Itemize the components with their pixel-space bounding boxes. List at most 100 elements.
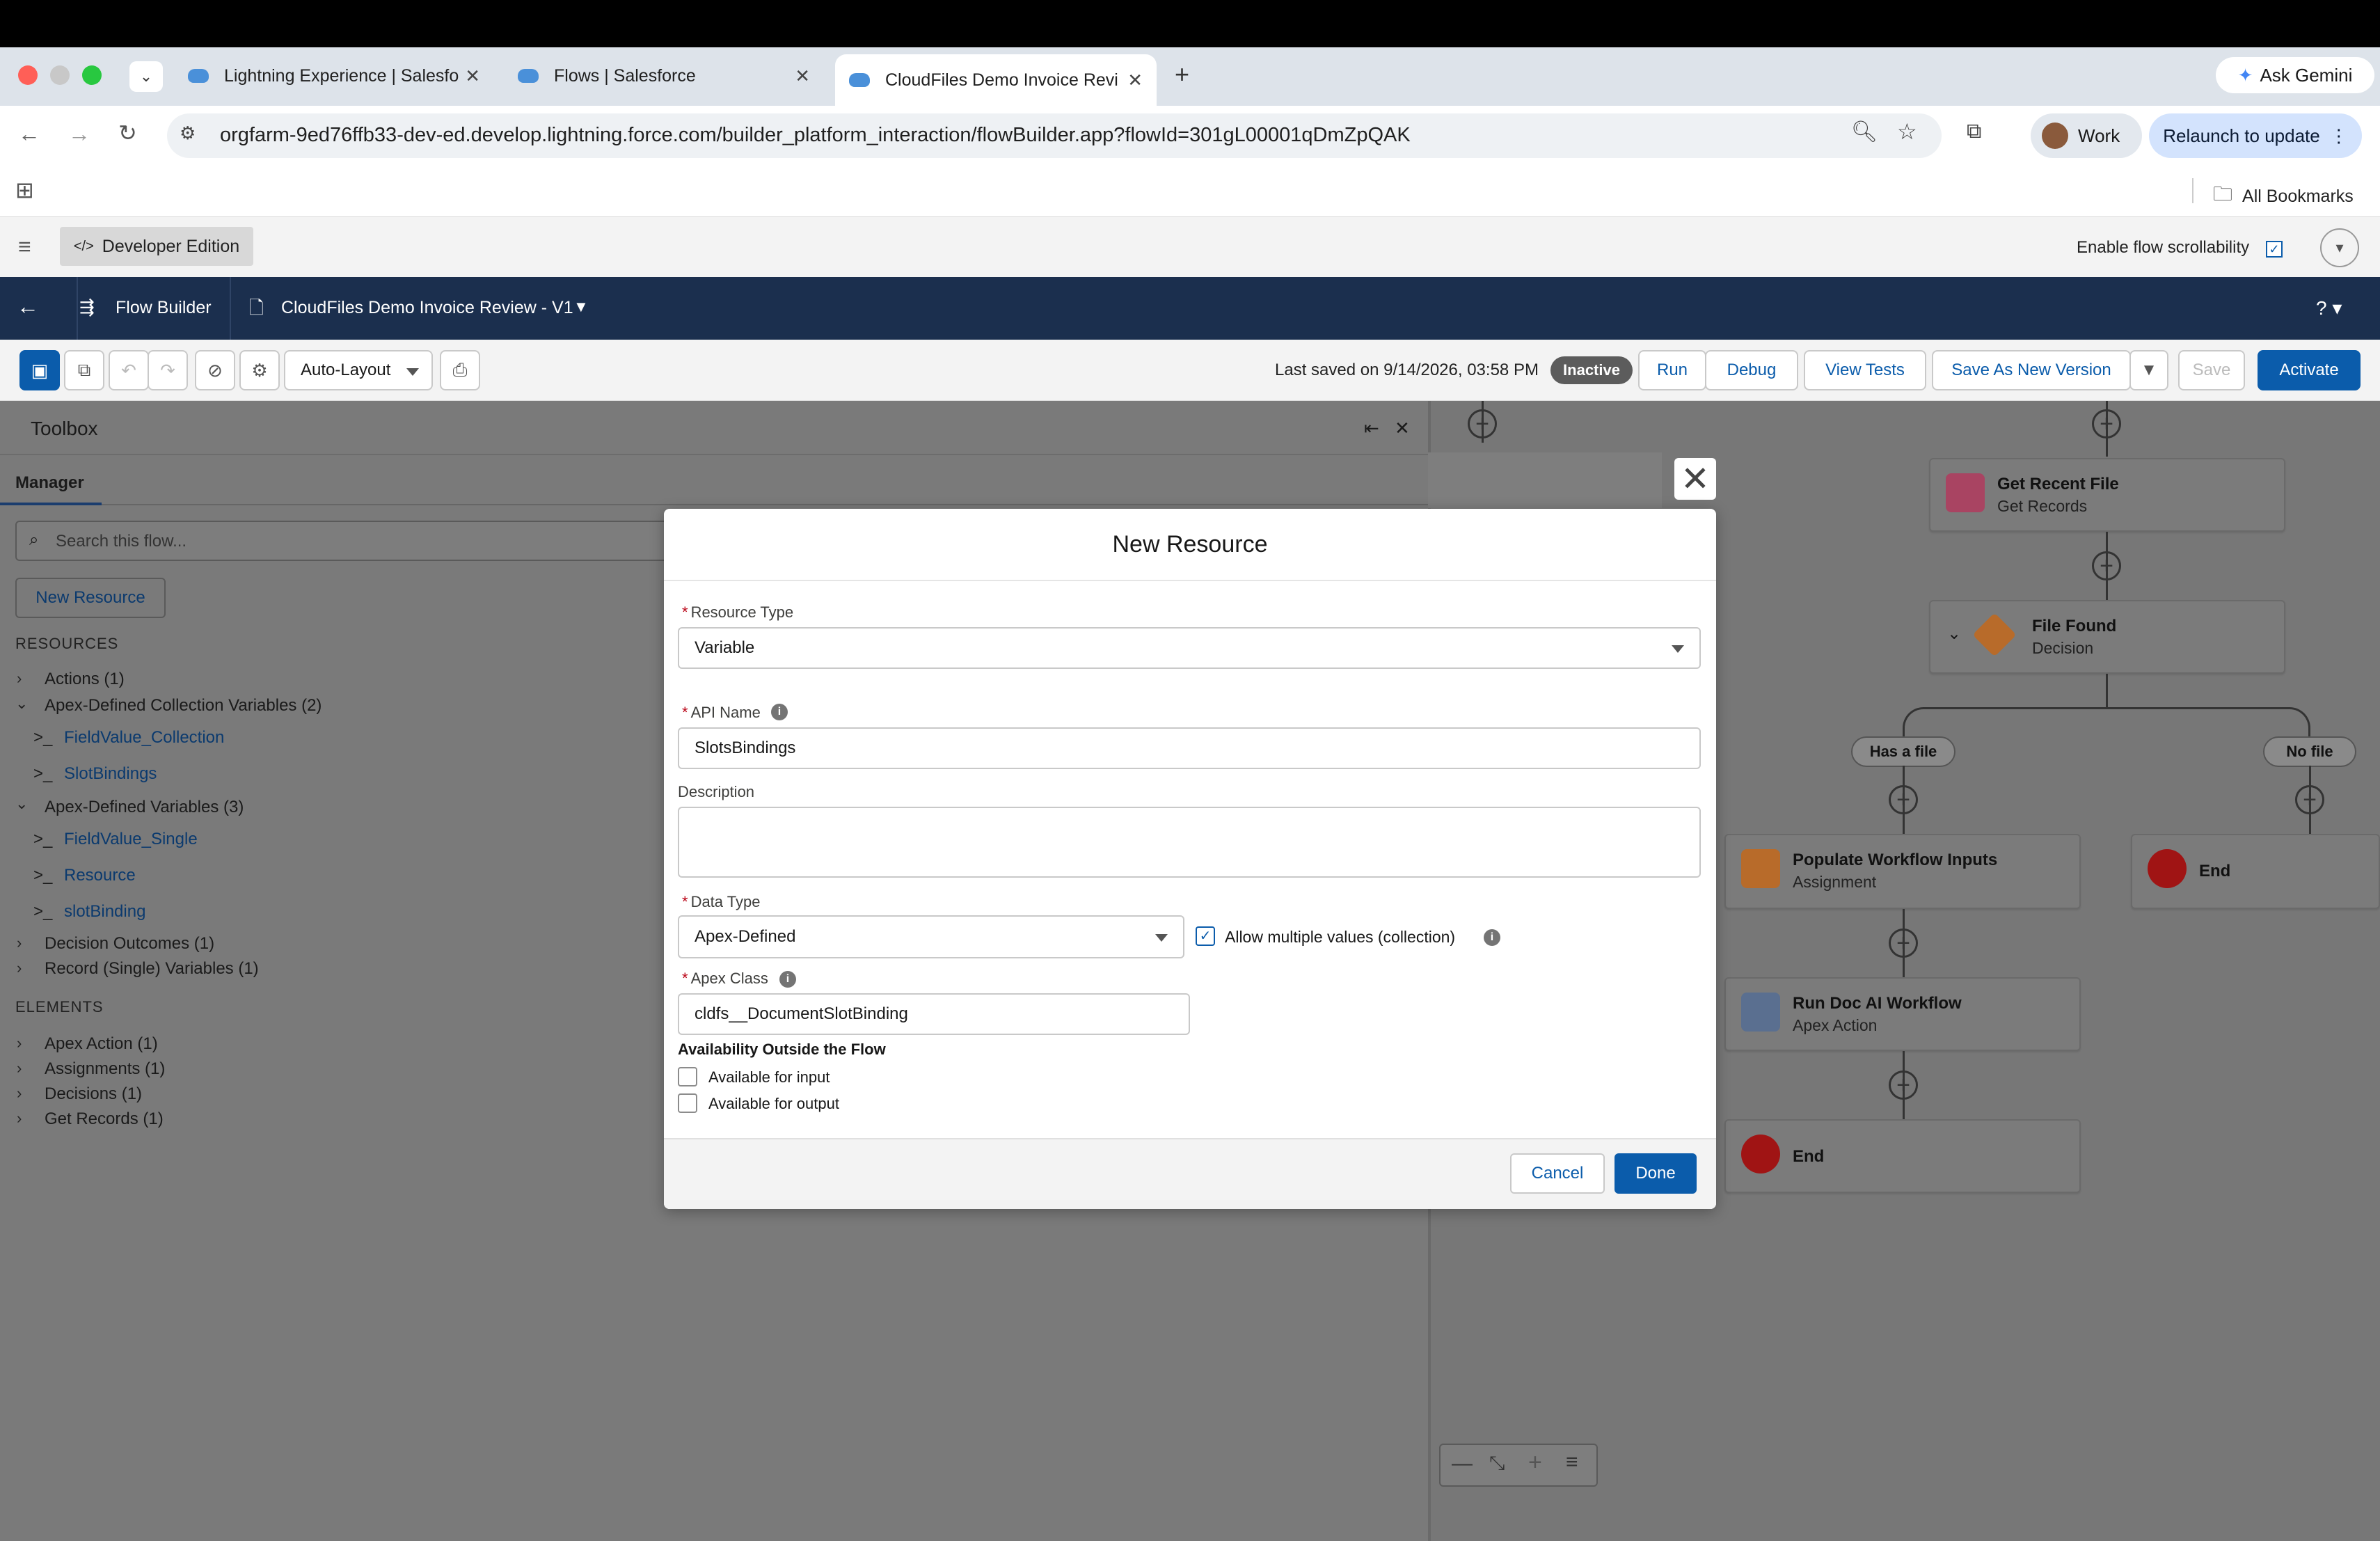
allow-multiple-checkbox[interactable]: ✓	[1196, 926, 1215, 946]
chevron-right-icon[interactable]: ›	[17, 1059, 22, 1077]
back-icon[interactable]: ←	[18, 121, 40, 147]
element-group-assignments[interactable]: Assignments (1)	[45, 1059, 165, 1079]
tab-search-icon[interactable]: ⌄	[129, 61, 163, 92]
reload-icon[interactable]: ↻	[118, 120, 137, 146]
help-icon[interactable]: ? ▾	[2316, 297, 2342, 319]
close-tab-icon[interactable]: ✕	[465, 65, 480, 87]
node-run-doc-ai-workflow[interactable]: Run Doc AI Workflow Apex Action	[1724, 977, 2081, 1051]
run-button[interactable]: Run	[1638, 350, 1706, 390]
close-tab-icon[interactable]: ✕	[795, 65, 810, 87]
redo-icon[interactable]: ↷	[148, 350, 188, 390]
maximize-window-button[interactable]	[82, 65, 102, 85]
resource-group-actions[interactable]: Actions (1)	[45, 670, 125, 689]
tab-manager[interactable]: Manager	[15, 473, 84, 493]
activate-button[interactable]: Activate	[2258, 350, 2361, 390]
chevron-down-icon[interactable]: ▾	[2320, 228, 2359, 267]
zoom-icon[interactable]: 🔍︎	[1851, 120, 1878, 144]
chevron-right-icon[interactable]: ›	[17, 959, 22, 977]
zoom-in-icon[interactable]: +	[1528, 1449, 1542, 1476]
bookmark-star-icon[interactable]: ☆	[1897, 118, 1917, 145]
cancel-button[interactable]: Cancel	[1510, 1153, 1605, 1194]
new-resource-button[interactable]: New Resource	[15, 578, 166, 618]
all-bookmarks-button[interactable]: 🗀 All Bookmarks	[2213, 180, 2354, 213]
new-tab-icon[interactable]: +	[1175, 60, 1189, 89]
site-info-icon[interactable]: ⚙	[180, 123, 196, 144]
url-text[interactable]: orgfarm-9ed76ffb33-dev-ed.develop.lightn…	[220, 124, 1411, 147]
chevron-down-icon[interactable]: ⌄	[1947, 624, 1961, 644]
layout-select[interactable]: Auto-Layout	[284, 350, 433, 390]
api-name-field[interactable]: SlotsBindings	[678, 727, 1701, 769]
save-new-version-button[interactable]: Save As New Version	[1932, 350, 2131, 390]
resource-item[interactable]: FieldValue_Single	[64, 830, 198, 849]
available-output-checkbox[interactable]	[678, 1093, 697, 1113]
element-group-get-records[interactable]: Get Records (1)	[45, 1109, 164, 1129]
extensions-icon[interactable]: ⧉	[1967, 120, 1981, 143]
copy-icon[interactable]: ⧉	[64, 350, 104, 390]
resource-item[interactable]: slotBinding	[64, 902, 145, 922]
print-icon[interactable]: ⎙	[440, 350, 480, 390]
view-tests-button[interactable]: View Tests	[1804, 350, 1926, 390]
forward-icon[interactable]: →	[68, 121, 90, 147]
info-icon[interactable]: i	[779, 971, 796, 988]
resource-item[interactable]: Resource	[64, 866, 136, 885]
resource-type-select[interactable]: Variable	[678, 627, 1701, 669]
add-element-icon[interactable]: +	[1889, 928, 1918, 958]
info-icon[interactable]: i	[771, 704, 788, 720]
zoom-out-icon[interactable]: —	[1452, 1452, 1473, 1476]
tab-cloudfiles[interactable]: CloudFiles Demo Invoice Revi ✕	[835, 54, 1157, 106]
add-element-icon[interactable]: +	[2092, 551, 2121, 580]
error-icon[interactable]: ⊘	[195, 350, 235, 390]
chevron-right-icon[interactable]: ›	[17, 1034, 22, 1052]
chevron-right-icon[interactable]: ›	[17, 1084, 22, 1103]
add-element-icon[interactable]: +	[2295, 785, 2324, 814]
add-element-icon[interactable]: +	[1468, 409, 1497, 438]
save-button[interactable]: Save	[2178, 350, 2245, 390]
chevron-down-icon[interactable]: ⌄	[15, 695, 28, 713]
close-window-button[interactable]	[18, 65, 38, 85]
fit-view-icon[interactable]: ⤡	[1489, 1452, 1505, 1475]
chevron-down-icon[interactable]: ⌄	[15, 795, 28, 813]
center-icon[interactable]: ≡	[1566, 1451, 1578, 1474]
undo-icon[interactable]: ↶	[109, 350, 149, 390]
ask-gemini-button[interactable]: ✦ Ask Gemini	[2216, 57, 2374, 93]
add-element-icon[interactable]: +	[2092, 409, 2121, 438]
node-end[interactable]: End	[1724, 1119, 2081, 1193]
save-menu-chevron-icon[interactable]: ▼	[2129, 350, 2168, 390]
resource-item[interactable]: FieldValue_Collection	[64, 728, 224, 748]
chevron-right-icon[interactable]: ›	[17, 1109, 22, 1128]
node-end-no-file[interactable]: End	[2131, 834, 2380, 909]
tab-flows[interactable]: Flows | Salesforce ✕	[504, 54, 824, 97]
resource-group-decision-outcomes[interactable]: Decision Outcomes (1)	[45, 934, 214, 954]
add-element-icon[interactable]: +	[1889, 785, 1918, 814]
flow-menu-caret-icon[interactable]: ▼	[573, 298, 589, 316]
element-group-decisions[interactable]: Decisions (1)	[45, 1084, 142, 1104]
branch-has-file[interactable]: Has a file	[1851, 736, 1955, 767]
close-tab-icon[interactable]: ✕	[1127, 70, 1143, 91]
tab-lightning[interactable]: Lightning Experience | Salesfo ✕	[174, 54, 494, 97]
add-element-icon[interactable]: +	[1889, 1070, 1918, 1100]
collapse-panel-icon[interactable]: ⇤	[1364, 418, 1379, 439]
settings-icon[interactable]: ⚙	[239, 350, 280, 390]
resource-group-record-variables[interactable]: Record (Single) Variables (1)	[45, 959, 259, 979]
minimize-window-button[interactable]	[50, 65, 70, 85]
resource-group-apex-variables[interactable]: Apex-Defined Variables (3)	[45, 798, 244, 817]
profile-button[interactable]: Work	[2031, 113, 2142, 158]
close-modal-button[interactable]: ✕	[1674, 458, 1716, 500]
apps-grid-icon[interactable]: ⊞	[15, 177, 34, 203]
available-input-checkbox[interactable]	[678, 1067, 697, 1086]
branch-no-file[interactable]: No file	[2263, 736, 2356, 767]
toggle-toolbox-icon[interactable]: ▣	[19, 350, 60, 390]
chevron-right-icon[interactable]: ›	[17, 670, 22, 688]
info-icon[interactable]: i	[1484, 929, 1500, 946]
chevron-right-icon[interactable]: ›	[17, 934, 22, 952]
back-arrow-icon[interactable]: ←	[17, 294, 39, 319]
scrollability-checkbox[interactable]: ✓	[2266, 241, 2283, 258]
relaunch-button[interactable]: Relaunch to update ⋮	[2149, 113, 2362, 158]
resource-group-apex-collection[interactable]: Apex-Defined Collection Variables (2)	[45, 696, 322, 716]
node-get-recent-file[interactable]: Get Recent File Get Records	[1929, 458, 2285, 532]
apex-class-field[interactable]: cldfs__DocumentSlotBinding	[678, 993, 1190, 1035]
node-populate-workflow-inputs[interactable]: Populate Workflow Inputs Assignment	[1724, 834, 2081, 909]
resource-item[interactable]: SlotBindings	[64, 764, 157, 784]
done-button[interactable]: Done	[1615, 1153, 1697, 1194]
data-type-select[interactable]: Apex-Defined	[678, 915, 1184, 958]
